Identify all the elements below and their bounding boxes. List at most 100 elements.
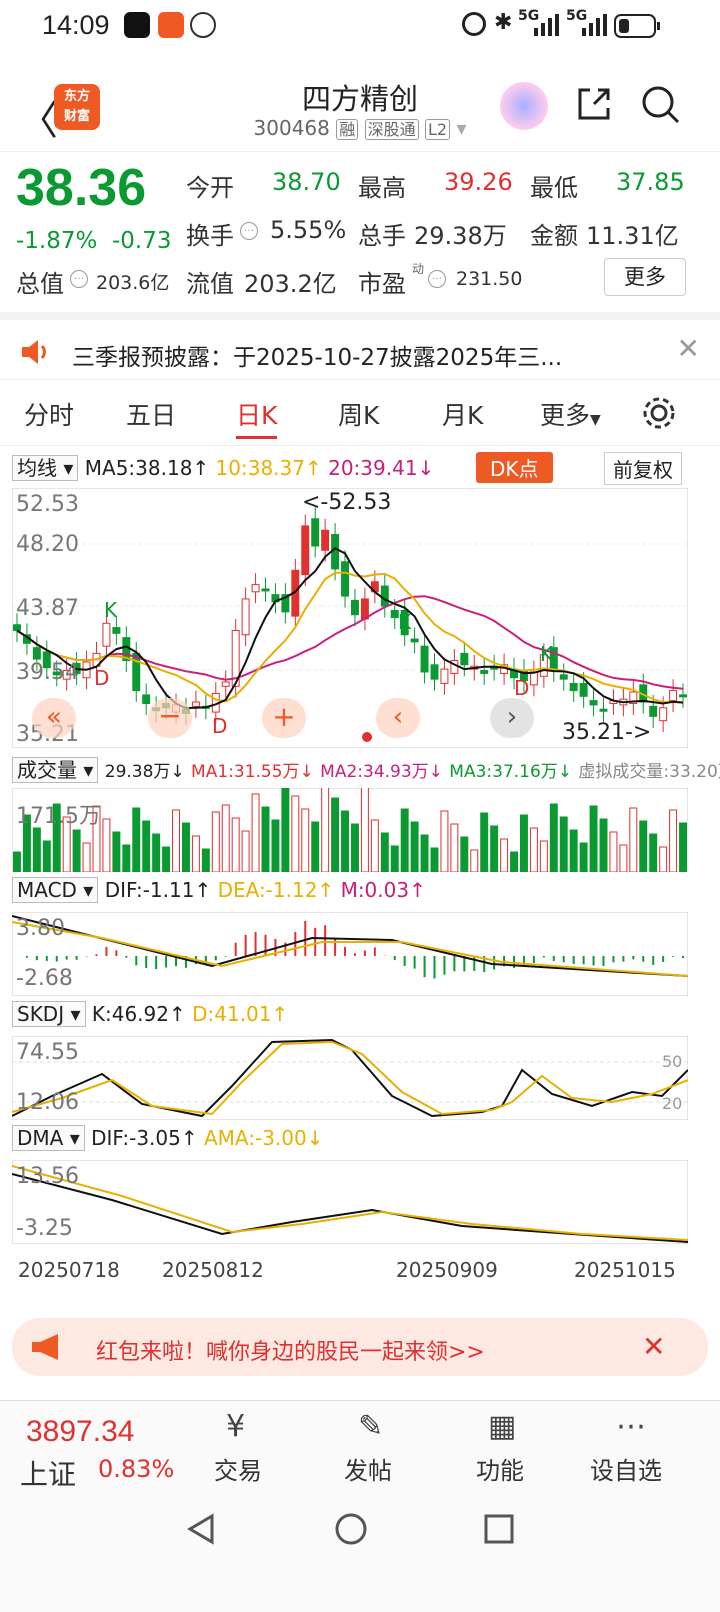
candle-body bbox=[579, 682, 588, 697]
volume-bar bbox=[321, 788, 330, 872]
tab-weekly-k[interactable]: 周K bbox=[338, 396, 379, 432]
ma-select[interactable]: 均线 ▾ bbox=[12, 455, 79, 481]
volume-bar bbox=[440, 810, 449, 872]
settings-gear-icon[interactable] bbox=[642, 396, 676, 430]
volume-bar bbox=[400, 808, 409, 872]
nav-recent-icon[interactable] bbox=[482, 1512, 516, 1546]
volume-bar bbox=[390, 845, 399, 872]
candle-body bbox=[410, 638, 419, 643]
tab-intraday[interactable]: 分时 bbox=[24, 396, 74, 432]
macd-select[interactable]: MACD ▾ bbox=[12, 877, 99, 903]
dma-chart[interactable] bbox=[12, 1160, 688, 1244]
virtual-volume: 虚拟成交量:33.20万 bbox=[578, 762, 720, 782]
volume-bar bbox=[231, 817, 240, 872]
skdj-select[interactable]: SKDJ ▾ bbox=[12, 1001, 86, 1027]
post-edit-icon[interactable]: ✎ bbox=[358, 1409, 383, 1444]
index-name[interactable]: 上证 bbox=[20, 1453, 76, 1493]
zoom-out-icon[interactable]: − bbox=[148, 698, 192, 738]
tab-more[interactable]: 更多▼ bbox=[540, 396, 601, 432]
scroll-right-icon[interactable]: › bbox=[490, 698, 534, 738]
k-marker: K bbox=[104, 598, 118, 622]
notice-bar[interactable]: 三季报预披露：于2025-10-27披露2025年三... ✕ bbox=[0, 312, 720, 380]
post-button[interactable]: 发帖 bbox=[344, 1451, 392, 1486]
info-icon[interactable]: … bbox=[240, 222, 258, 240]
y-label-4: 39.54 bbox=[16, 660, 79, 685]
zoom-in-icon[interactable]: + bbox=[262, 698, 306, 738]
volume-bar bbox=[659, 846, 668, 872]
volume-chart[interactable] bbox=[12, 788, 688, 872]
volume-bar bbox=[132, 807, 141, 872]
volume-bar bbox=[281, 788, 290, 872]
volume-bar bbox=[152, 833, 161, 872]
period-tabs: 分时 五日 日K 周K 月K 更多▼ bbox=[0, 386, 720, 446]
volume-bar bbox=[211, 811, 220, 872]
volume-info-bar: 成交量 ▾ 29.38万↓ MA1:31.55万↓ MA2:34.93万↓ MA… bbox=[12, 754, 720, 784]
megaphone-icon bbox=[32, 1334, 58, 1360]
tab-monthly-k[interactable]: 月K bbox=[442, 396, 483, 432]
close-icon[interactable]: ✕ bbox=[642, 1330, 665, 1363]
more-button[interactable]: 更多 bbox=[604, 258, 686, 296]
dk-point-button[interactable]: DK点 bbox=[476, 452, 553, 483]
volume-bar bbox=[261, 806, 270, 872]
volume-bar bbox=[529, 827, 538, 872]
volume-bar bbox=[32, 827, 41, 872]
volume-bar bbox=[291, 795, 300, 872]
volume-bar bbox=[102, 818, 111, 872]
ma5-text: MA5:38.18↑ bbox=[84, 456, 210, 480]
macd-chart[interactable] bbox=[12, 912, 688, 996]
grid-function-icon[interactable]: ▦ bbox=[488, 1409, 516, 1444]
robot-avatar-icon[interactable] bbox=[500, 82, 548, 130]
vol-ma1: MA1:31.55万↓ bbox=[191, 762, 314, 782]
low-value: 37.85 bbox=[616, 168, 685, 196]
adjust-select[interactable]: 前复权 bbox=[604, 452, 682, 485]
tab-daily-k[interactable]: 日K bbox=[236, 396, 278, 439]
candle-body bbox=[649, 705, 658, 717]
nav-back-icon[interactable] bbox=[184, 1512, 218, 1546]
trade-icon[interactable]: ¥ bbox=[226, 1409, 245, 1444]
candle-body bbox=[659, 707, 668, 722]
candle-body bbox=[380, 585, 389, 607]
index-value[interactable]: 3897.34 bbox=[26, 1415, 134, 1449]
skdj-chart[interactable] bbox=[12, 1036, 688, 1120]
scroll-left-fast-icon[interactable]: « bbox=[32, 698, 76, 738]
dma-select[interactable]: DMA ▾ bbox=[12, 1125, 85, 1151]
volume-select[interactable]: 成交量 ▾ bbox=[12, 757, 99, 783]
dma-top-label: 13.56 bbox=[16, 1164, 79, 1189]
float-value: 203.2亿 bbox=[244, 270, 337, 298]
status-time: 14:09 bbox=[42, 10, 110, 40]
volume-bar bbox=[112, 831, 121, 872]
volume-bar bbox=[142, 820, 151, 872]
search-icon[interactable] bbox=[640, 84, 682, 126]
tab-five-day[interactable]: 五日 bbox=[126, 396, 176, 432]
share-icon[interactable] bbox=[574, 84, 614, 124]
index-pct[interactable]: 0.83% bbox=[98, 1455, 174, 1483]
volume-bar bbox=[470, 849, 479, 872]
nav-home-icon[interactable] bbox=[334, 1512, 368, 1546]
high-label: 最高 bbox=[358, 174, 406, 202]
skdj-50-label: 50 bbox=[662, 1052, 683, 1071]
volume-bar bbox=[380, 832, 389, 872]
volume-bar bbox=[12, 851, 21, 872]
volume-bar bbox=[271, 819, 280, 872]
candle-body bbox=[460, 652, 469, 666]
dma-select-label: DMA bbox=[17, 1126, 64, 1150]
close-icon[interactable]: ✕ bbox=[677, 332, 700, 365]
trade-button[interactable]: 交易 bbox=[214, 1451, 262, 1486]
function-button[interactable]: 功能 bbox=[476, 1451, 524, 1486]
candle-body bbox=[430, 664, 439, 680]
open-value: 38.70 bbox=[272, 168, 341, 196]
info-icon[interactable]: … bbox=[70, 270, 88, 288]
red-packet-banner[interactable]: 红包来啦！喊你身边的股民一起来领>> ✕ bbox=[12, 1318, 708, 1376]
volume-bar bbox=[460, 836, 469, 872]
info-icon[interactable]: … bbox=[428, 270, 446, 288]
add-watchlist-button[interactable]: 设自选 bbox=[590, 1451, 662, 1486]
volume-label: 总手 bbox=[358, 222, 406, 250]
red-packet-text: 红包来啦！喊你身边的股民一起来领>> bbox=[96, 1340, 485, 1365]
float-label: 流值 bbox=[186, 270, 234, 298]
volume-bar bbox=[172, 809, 181, 872]
margin-tag: 融 bbox=[336, 119, 359, 140]
scroll-left-icon[interactable]: ‹ bbox=[376, 698, 420, 738]
more-dots-icon[interactable]: ⋯ bbox=[616, 1409, 646, 1444]
volume-bar bbox=[569, 829, 578, 872]
candle-body bbox=[440, 668, 449, 684]
